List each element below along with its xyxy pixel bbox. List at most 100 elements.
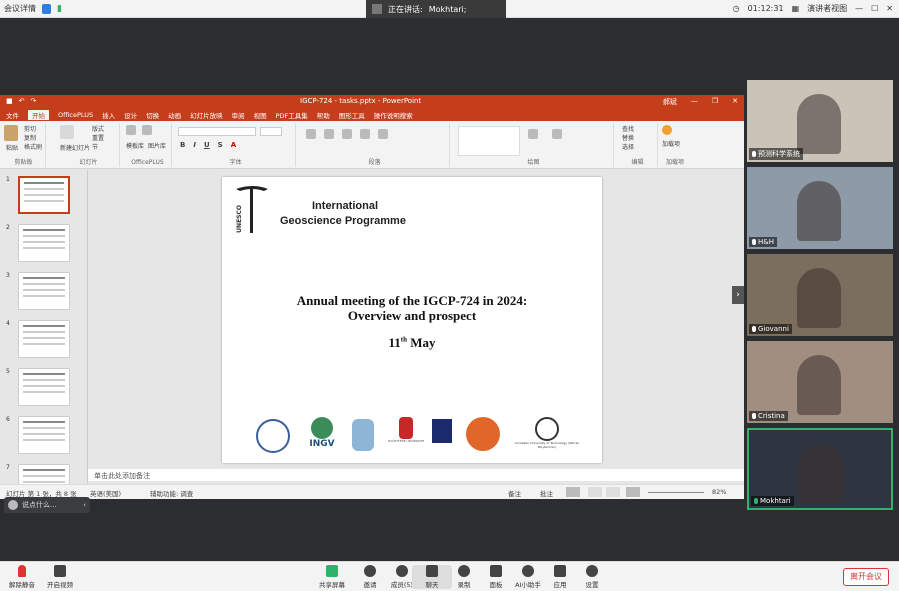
slide-thumbnail[interactable] [18,368,70,406]
align-left-icon[interactable] [360,129,370,139]
font-color-icon[interactable]: A [231,141,236,149]
maximize-icon[interactable]: ☐ [871,4,878,13]
slide-thumbnail[interactable] [18,416,70,454]
tab-11[interactable]: 帮助 [317,110,330,120]
language-status[interactable]: 英语(美国) [90,488,121,498]
participant-tile[interactable]: Mokhtari [747,428,893,510]
addin-button[interactable]: 加载项 [662,139,680,148]
arrange-icon[interactable] [528,129,538,139]
find-button[interactable]: 查找 [622,125,634,134]
new-slide-button[interactable]: 新建幻灯片 [60,143,90,152]
video-button[interactable]: 开启视频 [40,565,80,589]
sorter-view-icon[interactable] [588,487,602,497]
tab-3[interactable]: 插入 [102,110,115,120]
unmute-button[interactable]: 解除静音 [2,565,42,589]
replace-button[interactable]: 替换 [622,134,634,143]
template-button[interactable]: 模板库 [126,141,144,150]
participant-tile[interactable]: H&H [747,167,893,249]
accessibility-status[interactable]: 辅助功能: 调查 [150,488,193,498]
tab-8[interactable]: 审阅 [232,110,245,120]
tab-12[interactable]: 图形工具 [339,110,365,120]
gear-icon [586,565,598,577]
picture-icon[interactable] [141,125,152,135]
chat-input-chip[interactable]: 说点什么... ‹ [4,497,90,513]
tab-0[interactable]: 文件 [6,110,19,120]
participant-tile[interactable]: Cristina [747,341,893,423]
layout-button[interactable]: 版式 [92,125,104,134]
slideshow-view-icon[interactable] [626,487,640,497]
normal-view-icon[interactable] [566,487,580,497]
format-painter-button[interactable]: 格式刷 [24,143,42,152]
ppt-restore-icon[interactable]: ❐ [712,97,718,107]
reset-button[interactable]: 重置 [92,134,104,143]
italic-icon[interactable]: I [193,141,196,149]
thumb-line [23,295,65,297]
slide-thumbnail[interactable] [18,272,70,310]
notes-toggle[interactable]: 备注 [508,488,521,498]
strikethrough-icon[interactable]: S [218,141,223,149]
share-screen-button[interactable]: 共享屏幕 [312,565,352,589]
bullets-icon[interactable] [306,129,316,139]
chip-arrow-icon[interactable]: ‹ [83,501,90,509]
tab-5[interactable]: 切换 [146,110,159,120]
close-icon[interactable]: ✕ [886,4,893,13]
comments-toggle[interactable]: 批注 [540,488,553,498]
grid-view-icon[interactable]: ▦ [792,4,800,13]
view-label[interactable]: 演讲者视图 [807,3,847,14]
paste-icon[interactable] [4,125,18,141]
ppt-close-icon[interactable]: ✕ [732,97,738,107]
tab-13[interactable]: 操作说明搜索 [374,110,413,120]
signal-icon[interactable]: ▮ [57,4,62,14]
picture-button[interactable]: 图片库 [148,141,166,150]
cut-button[interactable]: 剪切 [24,125,42,134]
emoji-icon[interactable] [8,500,18,510]
ppt-user[interactable]: 郝斌 [663,97,677,107]
panel-collapse-arrow[interactable]: › [732,286,744,304]
minimize-icon[interactable]: — [855,4,863,13]
save-icon[interactable]: ■ [6,97,13,105]
undo-icon[interactable]: ↶ [19,97,25,105]
zoom-level[interactable]: 82% [712,488,726,496]
tab-2[interactable]: OfficePLUS [58,111,93,119]
app-name[interactable]: 会议详情 [4,3,36,14]
quick-styles-icon[interactable] [552,129,562,139]
section-button[interactable]: 节 [92,143,104,152]
font-size-select[interactable] [260,127,282,136]
redo-icon[interactable]: ↷ [31,97,37,105]
underline-icon[interactable]: U [204,141,210,149]
addin-icon[interactable] [662,125,672,135]
slide-thumbnail[interactable] [18,320,70,358]
tab-7[interactable]: 幻灯片放映 [190,110,223,120]
font-name-select[interactable] [178,127,256,136]
chat-placeholder[interactable]: 说点什么... [22,500,57,510]
tab-1[interactable]: 开始 [28,110,49,120]
tab-4[interactable]: 设计 [124,110,137,120]
participant-tile[interactable]: 预测科学系统 [747,80,893,162]
shield-icon[interactable] [42,3,51,14]
heading-line1: Annual meeting of the IGCP-724 in 2024: [296,293,528,308]
settings-label: 设置 [585,581,599,589]
zoom-slider[interactable] [648,492,704,493]
align-center-icon[interactable] [378,129,388,139]
select-button[interactable]: 选择 [622,143,634,152]
notes-pane[interactable]: 单击此处添加备注 [88,469,744,481]
copy-button[interactable]: 复制 [24,134,42,143]
slide-thumbnail[interactable] [18,224,70,262]
tab-10[interactable]: PDF工具集 [276,110,308,120]
bold-icon[interactable]: B [180,141,185,149]
leave-meeting-button[interactable]: 离开会议 [843,568,889,586]
tab-6[interactable]: 动画 [168,110,181,120]
numbering-icon[interactable] [324,129,334,139]
participant-tile[interactable]: Giovanni [747,254,893,336]
ribbon-group-label: 加载项 [665,159,684,166]
template-icon[interactable] [126,125,136,135]
reading-view-icon[interactable] [606,487,620,497]
shapes-gallery[interactable] [458,126,520,156]
indent-icon[interactable] [342,129,352,139]
ppt-minimize-icon[interactable]: — [691,97,698,107]
paste-button[interactable]: 粘贴 [6,143,18,152]
settings-button[interactable]: 设置 [572,565,612,589]
tab-9[interactable]: 视图 [254,110,267,120]
slide-thumbnail[interactable] [18,176,70,214]
new-slide-icon[interactable] [60,125,74,139]
